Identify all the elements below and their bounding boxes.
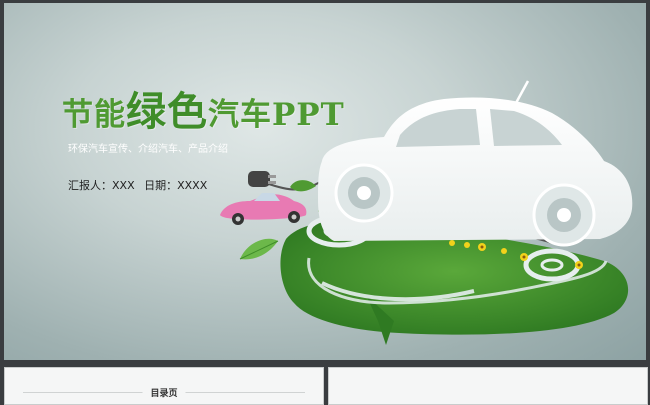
title-part-2: 绿色 — [126, 88, 208, 135]
presenter-info: 汇报人：XXX 日期：XXXX — [68, 177, 213, 193]
date-label: 日期：XXXX — [144, 179, 208, 192]
slide-thumbnail-toc[interactable]: 目录页 — [4, 367, 324, 405]
pink-toy-car — [220, 193, 307, 225]
title-part-1: 节能 — [62, 97, 126, 133]
slide-thumbnail-strip: 目录页 — [0, 362, 650, 405]
slide-thumbnail-next[interactable] — [328, 367, 648, 405]
toc-title: 目录页 — [142, 386, 186, 399]
reporter-label: 汇报人：XXX — [68, 179, 135, 192]
page-title: 节能绿色汽车PPT — [62, 79, 345, 137]
title-part-3: 汽车PPT — [208, 97, 345, 133]
title-slide: 节能绿色汽车PPT 环保汽车宣传、介绍汽车、产品介绍 汇报人：XXX 日期：XX… — [4, 3, 646, 360]
subtitle: 环保汽车宣传、介绍汽车、产品介绍 — [68, 144, 228, 155]
white-electric-car — [318, 80, 633, 247]
